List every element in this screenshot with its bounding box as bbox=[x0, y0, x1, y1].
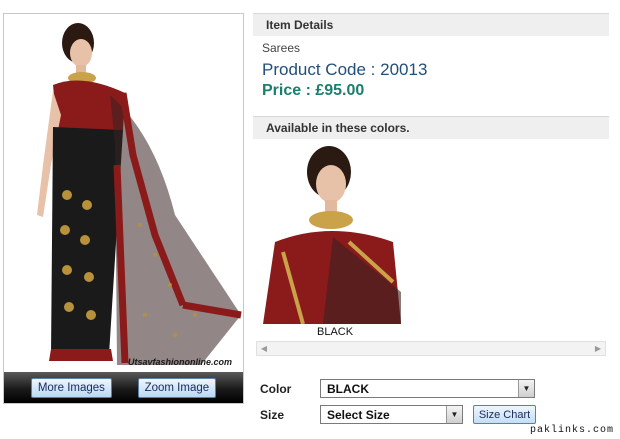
size-chart-button[interactable]: Size Chart bbox=[473, 405, 536, 424]
dropdown-arrow-icon[interactable]: ▼ bbox=[446, 406, 462, 423]
watermark: Utsavfashiononline.com bbox=[127, 357, 232, 367]
product-price: Price : £95.00 bbox=[262, 82, 365, 99]
product-code: Product Code : 20013 bbox=[262, 60, 428, 79]
main-product-photo[interactable]: Utsavfashiononline.com bbox=[5, 15, 242, 373]
dropdown-arrow-icon[interactable]: ▼ bbox=[518, 380, 534, 397]
image-toolbar: More Images Zoom Image bbox=[4, 372, 243, 403]
swatch-horizontal-scrollbar[interactable]: ◀ ▶ bbox=[256, 341, 606, 356]
color-select[interactable]: BLACK ▼ bbox=[320, 379, 535, 398]
product-category: Sarees bbox=[262, 41, 301, 55]
zoom-image-button[interactable]: Zoom Image bbox=[137, 377, 217, 398]
site-credit: paklinks.com bbox=[529, 425, 614, 436]
size-select-value: Select Size bbox=[327, 407, 390, 422]
color-select-value: BLACK bbox=[327, 381, 369, 396]
size-label: Size bbox=[260, 408, 285, 422]
swatch-label-black: BLACK bbox=[317, 326, 354, 338]
color-label: Color bbox=[260, 382, 292, 396]
size-select[interactable]: Select Size ▼ bbox=[320, 405, 463, 424]
more-images-button[interactable]: More Images bbox=[30, 377, 112, 398]
color-swatch-area bbox=[253, 140, 609, 338]
scroll-right-icon[interactable]: ▶ bbox=[591, 342, 605, 355]
scroll-left-icon[interactable]: ◀ bbox=[257, 342, 271, 355]
saree-model-illustration bbox=[37, 23, 242, 365]
swatch-photo bbox=[263, 142, 401, 324]
available-colors-header: Available in these colors. bbox=[253, 116, 609, 139]
main-image-panel: Utsavfashiononline.com More Images Zoom … bbox=[3, 13, 244, 404]
item-details-header: Item Details bbox=[253, 13, 609, 36]
color-swatch-black[interactable] bbox=[263, 142, 401, 326]
